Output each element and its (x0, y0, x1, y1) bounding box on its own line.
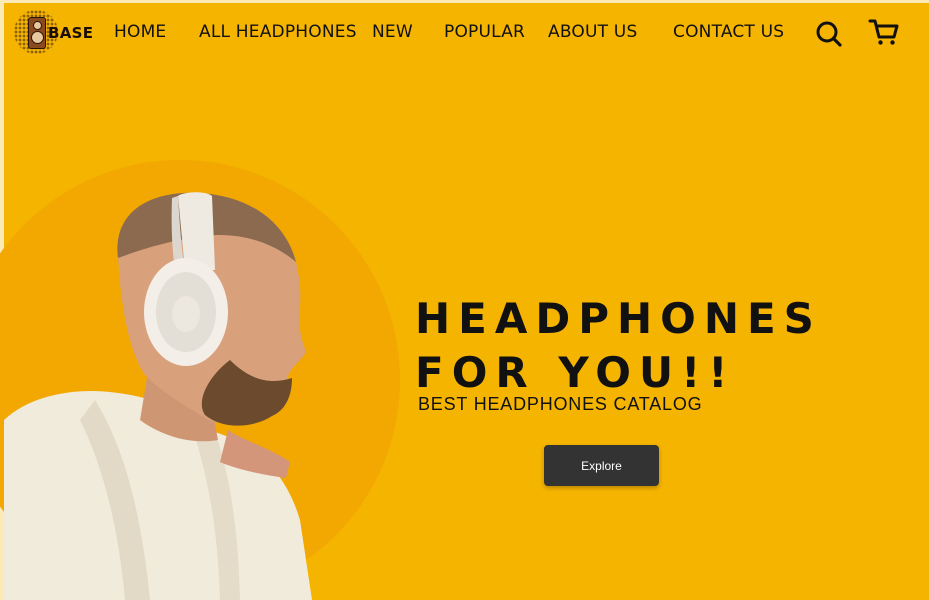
nav-contact-us[interactable]: CONTACT US (673, 22, 784, 42)
search-icon[interactable] (812, 16, 846, 50)
explore-button[interactable]: Explore (544, 445, 659, 486)
hero-title-line-2: FOR YOU!! (415, 348, 736, 397)
nav-about-us[interactable]: ABOUT US (548, 22, 637, 42)
hero-subtitle: BEST HEADPHONES CATALOG (418, 394, 703, 414)
hero-image-man-with-headphones (4, 192, 312, 600)
cart-icon[interactable] (867, 16, 901, 50)
hero-title: HEADPHONES FOR YOU!! (415, 292, 822, 400)
nav-popular[interactable]: POPULAR (444, 22, 525, 42)
hero-title-line-1: HEADPHONES (415, 294, 822, 343)
